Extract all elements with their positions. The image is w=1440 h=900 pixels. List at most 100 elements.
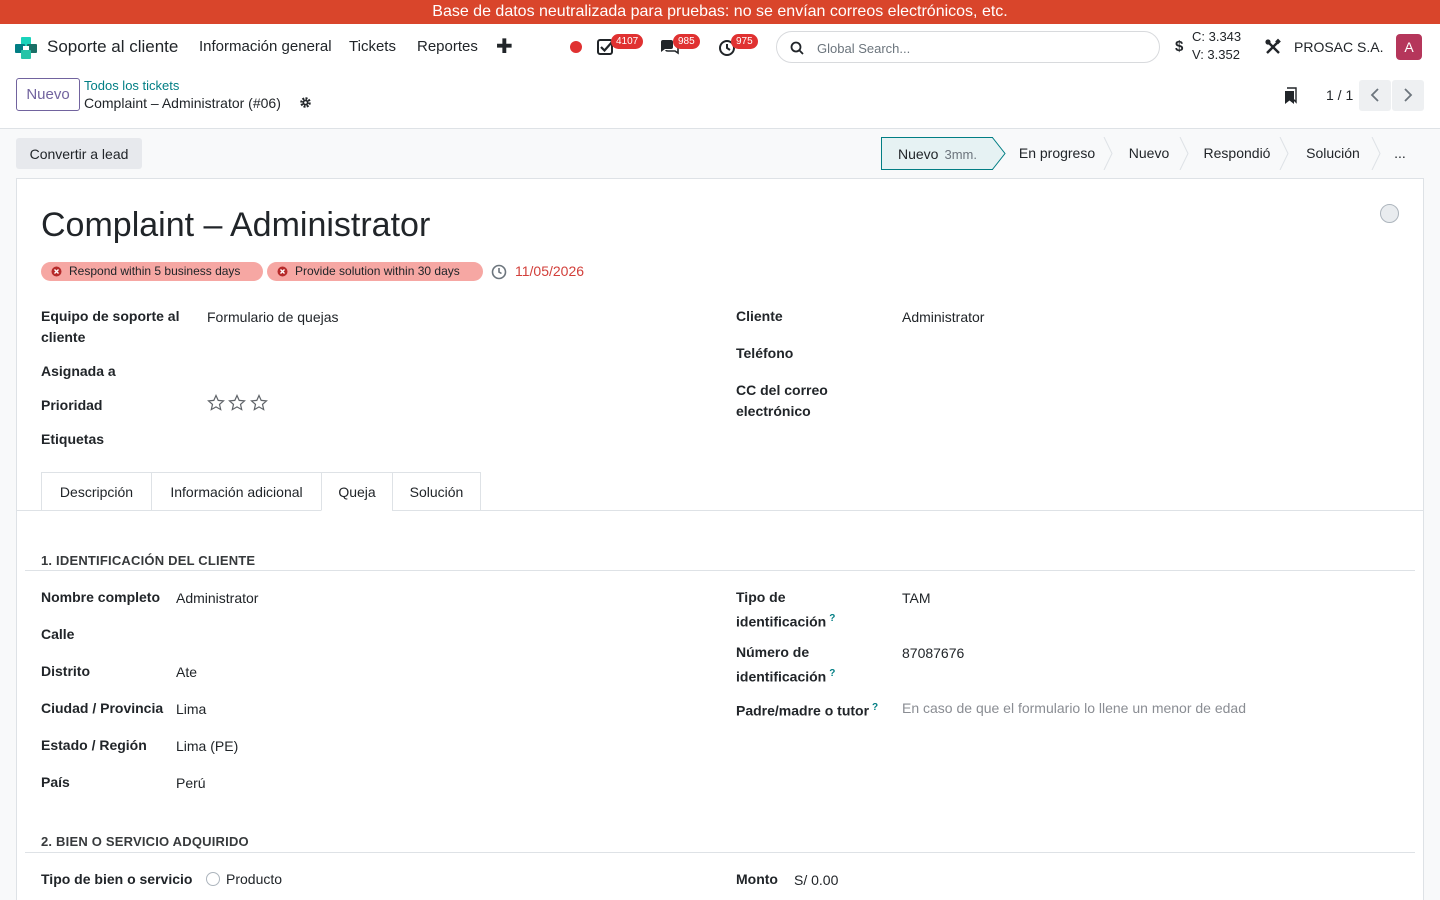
menu-tickets[interactable]: Tickets: [349, 24, 396, 70]
stage-more[interactable]: ...: [1381, 137, 1419, 170]
company-switcher[interactable]: PROSAC S.A.: [1294, 24, 1383, 70]
app-name[interactable]: Soporte al cliente: [47, 24, 178, 70]
sla-tag-label: Provide solution within 30 days: [295, 264, 460, 278]
pager-previous-button[interactable]: [1359, 80, 1391, 111]
field-state[interactable]: Lima (PE): [176, 736, 238, 757]
stage-duration: 3mm.: [944, 147, 977, 162]
field-label-text: Número de identificación: [736, 644, 827, 685]
kanban-state-icon[interactable]: [1380, 204, 1399, 223]
field-full-name[interactable]: Administrator: [176, 588, 258, 609]
field-label-email-cc: CC del correo electrónico: [736, 382, 828, 419]
field-team[interactable]: Formulario de quejas: [207, 307, 339, 328]
field-country[interactable]: Perú: [176, 773, 206, 794]
field-label-id-type: Tipo de identificación?: [736, 587, 856, 633]
global-search-input[interactable]: [817, 37, 1147, 59]
tab-descripcion[interactable]: Descripción: [41, 472, 152, 511]
field-district[interactable]: Ate: [176, 662, 197, 683]
stage-separator: [1279, 137, 1289, 170]
sla-tag: Provide solution within 30 days: [267, 262, 483, 281]
field-city[interactable]: Lima: [176, 699, 206, 720]
sla-tag: Respond within 5 business days: [41, 262, 263, 281]
currency-symbol[interactable]: $: [1175, 24, 1183, 70]
menu-informacion-general[interactable]: Información general: [199, 24, 332, 70]
rate-sell: V: 3.352: [1192, 47, 1240, 62]
chevron-right-icon: [1404, 88, 1413, 102]
radio-product[interactable]: [206, 872, 220, 886]
stage-solucion[interactable]: Solución: [1289, 137, 1377, 170]
field-label-street: Calle: [41, 626, 75, 642]
tab-informacion-adicional[interactable]: Información adicional: [151, 472, 322, 511]
field-label-customer: Cliente: [736, 308, 783, 324]
chevron-left-icon: [1370, 88, 1379, 102]
menu-reportes[interactable]: Reportes: [417, 24, 478, 70]
field-label-district: Distrito: [41, 663, 90, 679]
field-label-amount: Monto: [736, 871, 778, 887]
user-avatar[interactable]: A: [1396, 34, 1422, 60]
stage-separator: [1179, 137, 1189, 170]
stage-arrow-icon: [992, 137, 1006, 170]
bookmark-icon[interactable]: [1283, 87, 1299, 105]
plus-icon[interactable]: ✚: [496, 24, 513, 70]
stage-nuevo-active[interactable]: Nuevo 3mm.: [881, 137, 993, 170]
section-divider: [25, 570, 1415, 571]
form-statusbar: Convertir a lead Nuevo 3mm. En progreso N…: [0, 129, 1440, 179]
stage-label: Nuevo: [898, 146, 939, 162]
breadcrumb-current: Complaint – Administrator (#06): [84, 95, 281, 111]
field-id-type[interactable]: TAM: [902, 588, 931, 609]
debug-tools-icon[interactable]: [1264, 38, 1282, 56]
breadcrumb-parent[interactable]: Todos los tickets: [84, 78, 179, 93]
stage-separator: [1371, 137, 1381, 170]
tab-solucion[interactable]: Solución: [392, 472, 481, 511]
field-guardian[interactable]: En caso de que el formulario lo llene un…: [902, 698, 1246, 719]
stage-en-progreso[interactable]: En progreso: [1007, 137, 1107, 170]
new-button[interactable]: Nuevo: [16, 78, 80, 111]
stage-nuevo[interactable]: Nuevo: [1113, 137, 1185, 170]
neutralized-db-banner: Base de datos neutralizada para pruebas:…: [0, 0, 1440, 24]
field-label-state: Estado / Región: [41, 737, 147, 753]
section-title-customer-id: 1. IDENTIFICACIÓN DEL CLIENTE: [41, 553, 256, 568]
section-title-product: 2. BIEN O SERVICIO ADQUIRIDO: [41, 834, 249, 849]
field-label-priority: Prioridad: [41, 397, 103, 413]
record-dot-icon[interactable]: [570, 41, 582, 53]
pager-next-button[interactable]: [1392, 80, 1424, 111]
help-icon[interactable]: ?: [829, 668, 835, 679]
global-search[interactable]: [776, 31, 1160, 63]
tab-queja[interactable]: Queja: [321, 472, 393, 511]
top-navbar: Soporte al cliente Información general T…: [0, 24, 1440, 70]
field-label-product-type: Tipo de bien o servicio: [41, 871, 193, 887]
star-icon[interactable]: [250, 394, 268, 412]
stage-separator: [1103, 137, 1113, 170]
x-circle-icon: [51, 266, 62, 277]
help-icon[interactable]: ?: [872, 702, 878, 713]
rate-buy: C: 3.343: [1192, 29, 1242, 44]
field-label-tags: Etiquetas: [41, 431, 105, 447]
x-circle-icon: [277, 266, 288, 277]
convert-to-lead-button[interactable]: Convertir a lead: [16, 138, 142, 169]
field-label-team: Equipo de soporte al cliente: [41, 308, 180, 345]
star-icon[interactable]: [207, 394, 225, 412]
gear-icon[interactable]: [299, 96, 312, 109]
helpdesk-app-icon[interactable]: [14, 36, 38, 60]
section-divider: [25, 852, 1415, 853]
field-label-city: Ciudad / Provincia: [41, 700, 164, 716]
exchange-rates: C: 3.343 V: 3.352: [1192, 28, 1241, 64]
star-icon[interactable]: [228, 394, 246, 412]
field-customer[interactable]: Administrator: [902, 307, 984, 328]
field-label-full-name: Nombre completo: [41, 589, 161, 605]
field-label-id-number: Número de identificación?: [736, 642, 856, 688]
field-label-country: País: [41, 774, 70, 790]
sla-deadline: 11/05/2026: [515, 263, 585, 279]
radio-product-label[interactable]: Producto: [226, 869, 282, 890]
field-amount[interactable]: S/ 0.00: [794, 870, 838, 891]
sla-tag-label: Respond within 5 business days: [69, 264, 241, 278]
stage-respondio[interactable]: Respondió: [1189, 137, 1285, 170]
field-label-assigned: Asignada a: [41, 363, 116, 379]
field-label-guardian: Padre/madre o tutor?: [736, 697, 878, 722]
form-sheet: Complaint – Administrator Respond within…: [16, 178, 1424, 900]
clock-icon: [491, 264, 507, 280]
field-id-number[interactable]: 87087676: [902, 643, 964, 664]
timers-badge: 975: [731, 34, 758, 49]
help-icon[interactable]: ?: [829, 613, 835, 624]
ticket-title[interactable]: Complaint – Administrator: [41, 206, 430, 245]
pager-value[interactable]: 1 / 1: [1326, 87, 1353, 103]
